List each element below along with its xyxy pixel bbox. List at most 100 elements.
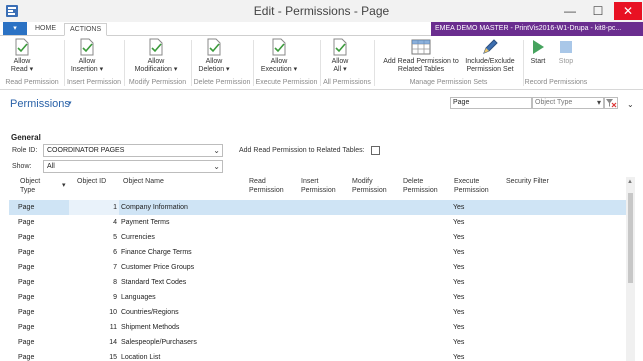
cell-execute-permission: Yes xyxy=(453,264,465,271)
filter-value-input[interactable]: Page xyxy=(450,97,532,109)
minimize-button[interactable]: — xyxy=(557,2,583,20)
cell-object-name: Standard Text Codes xyxy=(121,279,187,286)
cell-execute-permission: Yes xyxy=(453,249,465,256)
table-row[interactable]: Page 7 Customer Price Groups Yes xyxy=(9,260,633,275)
allow-insertion-label-1: Allow xyxy=(78,58,96,65)
header-line: Object ID xyxy=(77,178,107,185)
cell-object-type: Page xyxy=(18,354,35,361)
role-id-field[interactable]: COORDINATOR PAGES ⌄ xyxy=(43,144,223,157)
cell-object-id: 6 xyxy=(113,249,117,256)
header-line: Permission xyxy=(403,187,438,194)
cell-object-type: Page xyxy=(18,219,35,226)
tab-actions[interactable]: ACTIONS xyxy=(64,23,108,36)
allow-deletion-label-1: Allow xyxy=(205,58,223,65)
table-row[interactable]: Page 15 Location List Yes xyxy=(9,350,633,361)
cell-object-id: 14 xyxy=(109,339,117,346)
add-read-permission-label-1: Add Read Permission to xyxy=(383,58,459,65)
cell-object-name: Languages xyxy=(121,294,156,301)
cell-object-name: Salespeople/Purchasers xyxy=(121,339,197,346)
cell-execute-permission: Yes xyxy=(453,354,465,361)
cell-object-name: Payment Terms xyxy=(121,219,170,226)
show-value: All xyxy=(47,163,55,170)
table-row[interactable]: Page 10 Countries/Regions Yes xyxy=(9,305,633,320)
role-id-label: Role ID: xyxy=(12,147,38,154)
scrollbar-thumb[interactable] xyxy=(628,193,633,283)
cell-execute-permission: Yes xyxy=(453,294,465,301)
column-header-modify-permission[interactable]: Modify Permission xyxy=(352,177,387,195)
sort-indicator-icon: ▾ xyxy=(62,182,66,189)
allow-deletion-button[interactable]: Allow Deletion ▾ xyxy=(194,38,234,74)
cell-execute-permission: Yes xyxy=(453,234,465,241)
chevron-down-icon: ⌄ xyxy=(213,162,220,171)
group-label-modify: Modify Permission xyxy=(128,79,187,86)
cell-object-type: Page xyxy=(18,339,35,346)
column-header-object-id[interactable]: Object ID xyxy=(77,177,106,186)
document-check-icon xyxy=(149,38,163,56)
close-button[interactable]: ✕ xyxy=(614,2,642,20)
window-title: Edit - Permissions - Page xyxy=(253,4,390,18)
allow-insertion-label-2: Insertion ▾ xyxy=(70,66,104,73)
allow-modification-button[interactable]: Allow Modification ▾ xyxy=(128,38,184,74)
column-header-object-type[interactable]: Object Type xyxy=(20,177,40,195)
maximize-button[interactable]: ☐ xyxy=(585,2,611,20)
cell-object-id: 7 xyxy=(113,264,117,271)
allow-all-button[interactable]: Allow All ▾ xyxy=(327,38,353,74)
table-row[interactable]: Page 8 Standard Text Codes Yes xyxy=(9,275,633,290)
column-header-delete-permission[interactable]: Delete Permission xyxy=(403,177,438,195)
document-check-icon xyxy=(272,38,286,56)
start-button[interactable]: Start xyxy=(528,38,548,66)
column-header-execute-permission[interactable]: Execute Permission xyxy=(454,177,489,195)
table-row[interactable]: Page 1 Company Information Yes xyxy=(9,200,633,215)
column-header-insert-permission[interactable]: Insert Permission xyxy=(301,177,336,195)
header-line: Insert xyxy=(301,178,319,185)
permissions-table: Object Type ▾ Object ID Object Name Read P… xyxy=(9,177,633,361)
include-exclude-permission-set-button[interactable]: Include/Exclude Permission Set xyxy=(464,38,516,74)
table-row[interactable]: Page 5 Currencies Yes xyxy=(9,230,633,245)
document-check-icon xyxy=(15,38,29,56)
scroll-up-icon[interactable]: ▲ xyxy=(627,179,633,185)
allow-deletion-label-2: Deletion ▾ xyxy=(198,66,230,73)
role-id-value: COORDINATOR PAGES xyxy=(47,147,125,154)
show-field[interactable]: All ⌄ xyxy=(43,160,223,173)
add-read-related-checkbox[interactable] xyxy=(371,146,380,155)
allow-read-button[interactable]: Allow Read ▾ xyxy=(3,38,41,74)
filter-field-select[interactable]: Object Type ▾ xyxy=(532,97,604,109)
add-read-permission-button[interactable]: Add Read Permission to Related Tables xyxy=(381,38,461,74)
cell-execute-permission: Yes xyxy=(453,279,465,286)
header-line: Delete xyxy=(403,178,424,185)
vertical-scrollbar[interactable]: ▲ xyxy=(626,177,635,361)
table-row[interactable]: Page 4 Payment Terms Yes xyxy=(9,215,633,230)
column-header-object-name[interactable]: Object Name xyxy=(123,177,164,186)
header-line: Security Filter xyxy=(506,178,549,185)
page-title-menu-icon[interactable]: ▾ xyxy=(68,99,72,107)
table-row[interactable]: Page 9 Languages Yes xyxy=(9,290,633,305)
chevron-down-icon: ⌄ xyxy=(213,146,220,155)
allow-execution-label-1: Allow xyxy=(270,58,288,65)
clear-filter-icon xyxy=(606,99,617,108)
column-header-read-permission[interactable]: Read Permission xyxy=(249,177,284,195)
cell-object-id: 9 xyxy=(113,294,117,301)
collapse-chevron-icon[interactable]: ⌄ xyxy=(627,100,634,109)
group-label-manage-sets: Manage Permission Sets xyxy=(409,79,488,86)
column-header-security-filter[interactable]: Security Filter xyxy=(506,177,549,186)
file-menu-button[interactable]: ▾ xyxy=(3,22,27,35)
group-label-delete: Delete Permission xyxy=(193,79,251,86)
allow-execution-button[interactable]: Allow Execution ▾ xyxy=(258,38,300,74)
cell-object-name: Location List xyxy=(121,354,161,361)
header-line: Execute xyxy=(454,178,480,185)
table-row[interactable]: Page 11 Shipment Methods Yes xyxy=(9,320,633,335)
stop-button[interactable]: Stop xyxy=(556,38,576,66)
tab-home[interactable]: HOME xyxy=(30,23,61,36)
stop-label: Stop xyxy=(558,58,574,65)
company-indicator: EMEA DEMO MASTER - PrintVis2016-W1-Drupa… xyxy=(431,22,643,36)
allow-all-label-1: Allow xyxy=(331,58,349,65)
ribbon-tab-bar: ▾ HOME ACTIONS EMEA DEMO MASTER - PrintV… xyxy=(0,22,643,36)
clear-filter-button[interactable] xyxy=(604,97,618,109)
table-row[interactable]: Page 6 Finance Charge Terms Yes xyxy=(9,245,633,260)
allow-read-label-1: Allow xyxy=(13,58,31,65)
group-label-insert: Insert Permission xyxy=(66,79,122,86)
allow-insertion-button[interactable]: Allow Insertion ▾ xyxy=(66,38,108,74)
ribbon: Allow Read ▾ Allow Insertion ▾ Allow Mod… xyxy=(0,36,643,90)
table-row[interactable]: Page 14 Salespeople/Purchasers Yes xyxy=(9,335,633,350)
include-exclude-label-2: Permission Set xyxy=(466,66,514,73)
